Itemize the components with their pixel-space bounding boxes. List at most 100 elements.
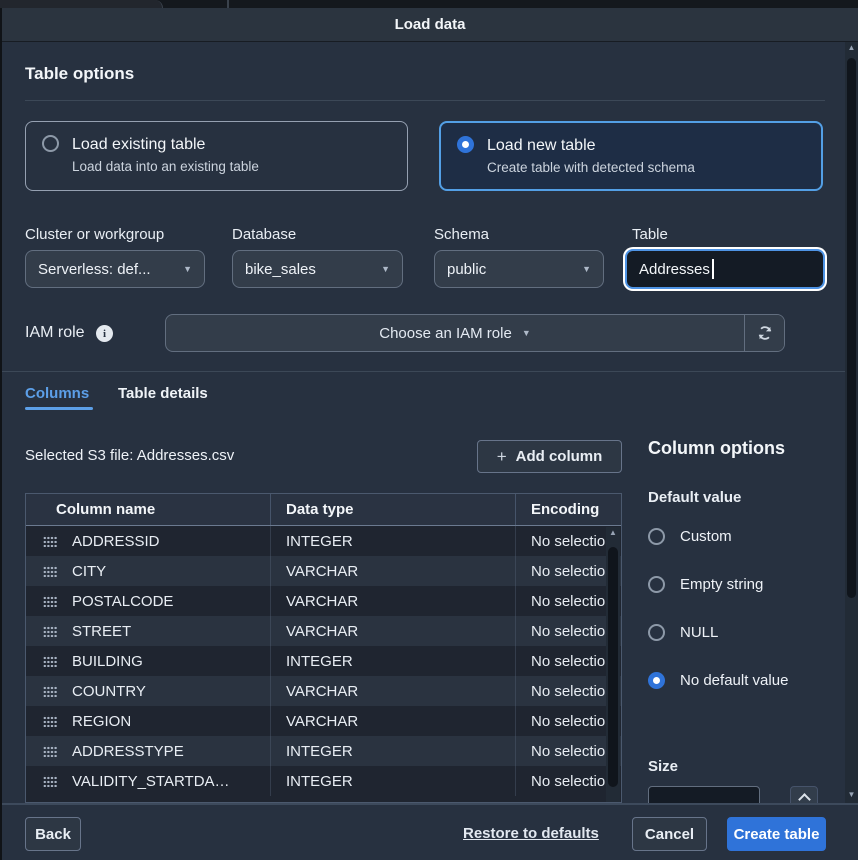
radio-option[interactable]: Custom	[648, 524, 788, 550]
add-column-label: Add column	[516, 448, 603, 465]
table-label: Table	[632, 226, 668, 243]
encoding-cell: No selection	[531, 773, 614, 790]
radio-option-label: Custom	[680, 524, 732, 550]
drag-handle-icon[interactable]	[43, 595, 57, 607]
encoding-cell: No selection	[531, 563, 614, 580]
drag-handle-icon[interactable]	[43, 655, 57, 667]
table-row[interactable]: REGION VARCHAR No selection	[26, 706, 621, 736]
load-existing-table-card[interactable]: Load existing table Load data into an ex…	[25, 121, 408, 191]
iam-role-dropdown[interactable]: Choose an IAM role ▼	[166, 315, 744, 351]
chevron-down-icon: ▼	[183, 264, 192, 274]
table-row[interactable]: ADDRESSTYPE INTEGER No selection	[26, 736, 621, 766]
database-value: bike_sales	[245, 261, 316, 278]
column-name-cell: STREET	[72, 623, 131, 640]
back-button[interactable]: Back	[25, 817, 81, 851]
radio-option-label: Empty string	[680, 572, 763, 598]
column-name-cell: POSTALCODE	[72, 593, 173, 610]
schema-label: Schema	[434, 226, 489, 243]
modal-footer: Back Restore to defaults Cancel Create t…	[2, 803, 858, 860]
radio-icon[interactable]	[648, 528, 665, 545]
modal-title-bar: Load data	[2, 8, 858, 42]
modal-scrollbar-thumb[interactable]	[847, 58, 856, 598]
drag-handle-icon[interactable]	[43, 685, 57, 697]
radio-option[interactable]: No default value	[648, 668, 788, 694]
data-type-cell: VARCHAR	[286, 683, 358, 700]
scroll-up-icon[interactable]: ▲	[845, 42, 858, 54]
table-name-input[interactable]: Addresses	[625, 249, 825, 289]
drag-handle-icon[interactable]	[43, 625, 57, 637]
table-row[interactable]: VALIDITY_STARTDA… INTEGER No selection	[26, 766, 621, 796]
drag-handle-icon[interactable]	[43, 715, 57, 727]
refresh-button[interactable]	[744, 315, 784, 351]
cancel-button[interactable]: Cancel	[632, 817, 707, 851]
create-table-button[interactable]: Create table	[727, 817, 826, 851]
table-scrollbar[interactable]: ▲	[606, 527, 620, 802]
data-type-cell: INTEGER	[286, 773, 353, 790]
table-name-value: Addresses	[639, 261, 710, 278]
table-scrollbar-thumb[interactable]	[608, 547, 618, 787]
radio-icon[interactable]	[648, 576, 665, 593]
scroll-down-icon[interactable]: ▼	[845, 789, 858, 801]
app-backdrop	[0, 0, 858, 8]
database-dropdown[interactable]: bike_sales ▼	[232, 250, 403, 288]
modal-scrollbar[interactable]: ▲ ▼	[845, 42, 858, 803]
column-name-cell: CITY	[72, 563, 106, 580]
encoding-cell: No selection	[531, 683, 614, 700]
chevron-down-icon: ▼	[522, 328, 531, 338]
info-icon[interactable]: i	[96, 325, 113, 342]
card-description: Load data into an existing table	[72, 159, 259, 174]
radio-load-new[interactable]	[457, 136, 474, 153]
radio-load-existing[interactable]	[42, 135, 59, 152]
restore-to-defaults-link[interactable]: Restore to defaults	[463, 825, 599, 842]
modal-title: Load data	[395, 16, 466, 33]
refresh-icon	[756, 324, 774, 342]
tab-columns[interactable]: Columns	[25, 385, 89, 402]
data-type-cell: INTEGER	[286, 653, 353, 670]
table-row[interactable]: COUNTRY VARCHAR No selection	[26, 676, 621, 706]
tab-table-details[interactable]: Table details	[118, 385, 208, 402]
background-editor-tab	[0, 0, 163, 8]
radio-icon[interactable]	[648, 672, 665, 689]
radio-icon[interactable]	[648, 624, 665, 641]
table-row[interactable]: ADDRESSID INTEGER No selection	[26, 526, 621, 556]
header-data-type[interactable]: Data type	[271, 494, 516, 525]
data-type-cell: VARCHAR	[286, 623, 358, 640]
columns-table-header: Column name Data type Encoding	[26, 494, 621, 526]
data-type-cell: VARCHAR	[286, 563, 358, 580]
table-row[interactable]: BUILDING INTEGER No selection	[26, 646, 621, 676]
section-divider	[25, 100, 825, 101]
header-column-name[interactable]: Column name	[26, 494, 271, 525]
cluster-dropdown[interactable]: Serverless: def... ▼	[25, 250, 205, 288]
drag-handle-icon[interactable]	[43, 565, 57, 577]
header-encoding[interactable]: Encoding	[516, 494, 621, 525]
iam-role-control: Choose an IAM role ▼	[165, 314, 785, 352]
load-data-dialog: Load data Table options Load existing ta…	[0, 0, 858, 860]
columns-table-body: ADDRESSID INTEGER No selection CITY VARC…	[26, 526, 621, 796]
iam-role-placeholder: Choose an IAM role	[379, 325, 512, 342]
default-value-label: Default value	[648, 489, 741, 506]
table-row[interactable]: STREET VARCHAR No selection	[26, 616, 621, 646]
load-new-table-card[interactable]: Load new table Create table with detecte…	[439, 121, 823, 191]
column-name-cell: VALIDITY_STARTDA…	[72, 773, 230, 790]
size-label: Size	[648, 758, 678, 775]
data-type-cell: VARCHAR	[286, 713, 358, 730]
schema-dropdown[interactable]: public ▼	[434, 250, 604, 288]
schema-value: public	[447, 261, 486, 278]
encoding-cell: No selection	[531, 533, 614, 550]
data-type-cell: VARCHAR	[286, 593, 358, 610]
columns-table: Column name Data type Encoding ADDRESSID…	[25, 493, 622, 803]
radio-option[interactable]: NULL	[648, 620, 788, 646]
scroll-up-icon[interactable]: ▲	[606, 527, 620, 539]
add-column-button[interactable]: + Add column	[477, 440, 622, 473]
drag-handle-icon[interactable]	[43, 535, 57, 547]
encoding-cell: No selection	[531, 653, 614, 670]
radio-option[interactable]: Empty string	[648, 572, 788, 598]
column-name-cell: COUNTRY	[72, 683, 146, 700]
radio-option-label: No default value	[680, 668, 788, 694]
data-type-cell: INTEGER	[286, 533, 353, 550]
section-divider	[2, 371, 845, 372]
drag-handle-icon[interactable]	[43, 745, 57, 757]
table-row[interactable]: CITY VARCHAR No selection	[26, 556, 621, 586]
table-row[interactable]: POSTALCODE VARCHAR No selection	[26, 586, 621, 616]
drag-handle-icon[interactable]	[43, 775, 57, 787]
